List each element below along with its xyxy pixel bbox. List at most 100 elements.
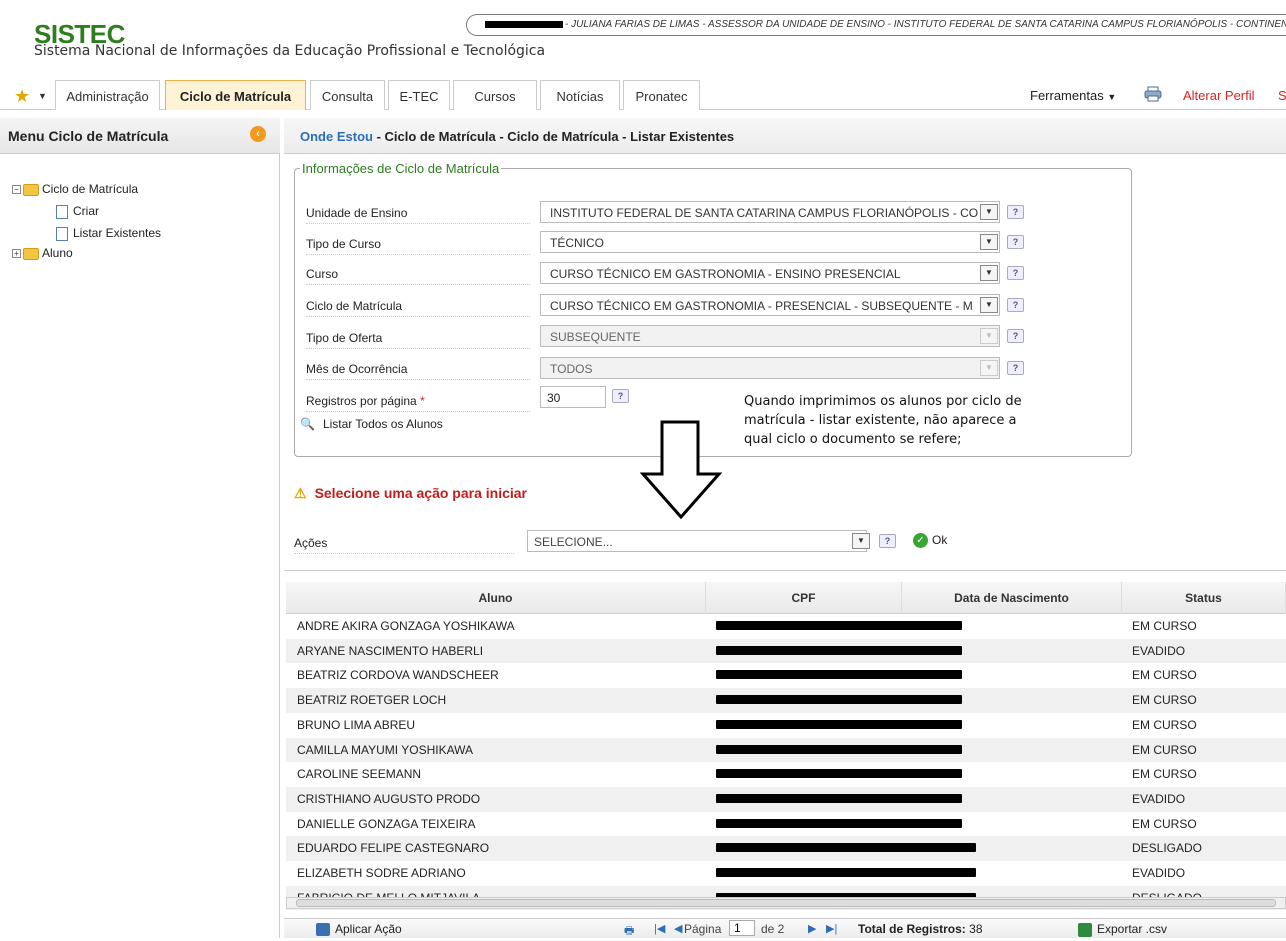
tree-item-criar[interactable]: Criar — [56, 204, 99, 219]
table-row[interactable]: BEATRIZ ROETGER LOCH EM CURSO — [286, 688, 1286, 713]
tab-administracao[interactable]: Administração — [55, 80, 160, 110]
unidade-select[interactable]: INSTITUTO FEDERAL DE SANTA CATARINA CAMP… — [540, 201, 1000, 223]
acoes-select[interactable]: SELECIONE... — [527, 530, 867, 552]
col-aluno[interactable]: Aluno — [286, 582, 706, 614]
dropdown-arrow-icon[interactable]: ▼ — [980, 204, 998, 220]
dropdown-arrow-icon: ▼ — [980, 360, 998, 376]
de-label: de 2 — [761, 922, 785, 936]
help-icon[interactable]: ? — [1007, 298, 1024, 312]
action-warning: ⚠ Selecione uma ação para iniciar — [294, 485, 527, 502]
caret-down-icon: ▼ — [1107, 92, 1117, 102]
tree-item-listar[interactable]: Listar Existentes — [56, 226, 161, 241]
document-icon — [56, 226, 68, 241]
cell-status: EM CURSO — [1132, 717, 1197, 732]
breadcrumb-path: - Ciclo de Matrícula - Ciclo de Matrícul… — [372, 129, 735, 144]
user-info-bar: - JULIANA FARIAS DE LIMAS - ASSESSOR DA … — [466, 14, 1286, 36]
tree-expand-icon[interactable]: + — [12, 249, 21, 259]
tree-label-ciclo: Ciclo de Matrícula — [42, 182, 139, 196]
table-row[interactable]: BEATRIZ CORDOVA WANDSCHEER EM CURSO — [286, 663, 1286, 688]
prev-page-icon[interactable]: ◀ — [674, 922, 682, 935]
cell-status: EM CURSO — [1132, 816, 1197, 831]
dropdown-arrow-icon[interactable]: ▼ — [980, 265, 998, 281]
dropdown-arrow-icon[interactable]: ▼ — [852, 533, 870, 549]
tab-etec[interactable]: E-TEC — [388, 80, 450, 110]
redacted-cpf-dob — [716, 719, 962, 729]
help-icon[interactable]: ? — [612, 389, 629, 403]
page-number-input[interactable] — [729, 920, 755, 936]
redacted-cpf-dob — [716, 793, 962, 803]
tab-pronatec[interactable]: Pronatec — [623, 80, 700, 110]
redacted-cpf-dob — [716, 868, 976, 877]
redacted-cpf-dob — [716, 645, 962, 655]
cell-status: EM CURSO — [1132, 693, 1197, 708]
acoes-label: Ações — [294, 536, 514, 554]
redacted-cpf-dob — [716, 744, 962, 754]
last-page-icon[interactable]: ▶| — [826, 922, 837, 935]
table-row[interactable]: EDUARDO FELIPE CASTEGNARO DESLIGADO — [286, 836, 1286, 861]
breadcrumb-where[interactable]: Onde Estou — [300, 129, 373, 144]
print-icon[interactable]: 🖶 — [624, 922, 634, 941]
ok-label: Ok — [932, 533, 948, 547]
table-row[interactable]: ELIZABETH SODRE ADRIANO EVADIDO — [286, 861, 1286, 886]
table-row[interactable]: DANIELLE GONZAGA TEIXEIRA EM CURSO — [286, 812, 1286, 837]
tree-collapse-icon[interactable]: − — [12, 185, 21, 195]
cell-aluno: ELIZABETH SODRE ADRIANO — [297, 866, 466, 880]
dropdown-arrow-icon[interactable]: ▼ — [980, 234, 998, 250]
sair-link[interactable]: S — [1278, 88, 1286, 103]
table-row[interactable]: BRUNO LIMA ABREU EM CURSO — [286, 713, 1286, 738]
cell-aluno: CAMILLA MAYUMI YOSHIKAWA — [297, 742, 474, 757]
aplicar-acao-label: Aplicar Ação — [335, 922, 402, 936]
printer-icon[interactable] — [1144, 86, 1162, 102]
tab-consulta[interactable]: Consulta — [310, 80, 385, 110]
help-icon[interactable]: ? — [1007, 361, 1024, 375]
first-page-icon[interactable]: |◀ — [654, 922, 665, 935]
cell-aluno: BRUNO LIMA ABREU — [297, 717, 416, 732]
collapse-sidebar-icon[interactable]: ‹ — [250, 126, 266, 142]
help-icon[interactable]: ? — [1007, 235, 1024, 249]
tab-ciclo-de-matricula[interactable]: Ciclo de Matrícula — [165, 80, 306, 110]
cell-aluno: CRISTHIANO AUGUSTO PRODO — [297, 791, 481, 806]
cell-status: EM CURSO — [1132, 619, 1197, 633]
grid-footer: Aplicar Ação 🖶 |◀ ◀ Página de 2 ▶ ▶| Tot… — [284, 918, 1286, 938]
total-value: 38 — [969, 922, 983, 936]
col-cpf[interactable]: CPF — [706, 582, 902, 614]
cell-status: EM CURSO — [1132, 742, 1197, 757]
registros-label-text: Registros por página — [306, 394, 417, 408]
registros-label: Registros por página * — [306, 394, 530, 412]
cell-status: EM CURSO — [1132, 668, 1197, 683]
ok-button[interactable]: ✓ Ok — [913, 533, 948, 549]
tab-cursos[interactable]: Cursos — [453, 80, 537, 110]
exportar-csv-button[interactable]: Exportar .csv — [1078, 922, 1167, 937]
curso-select[interactable]: CURSO TÉCNICO EM GASTRONOMIA - ENSINO PR… — [540, 262, 1000, 284]
table-row[interactable]: ARYANE NASCIMENTO HABERLI EVADIDO — [286, 638, 1286, 664]
scrollbar-thumb[interactable] — [296, 899, 1276, 907]
redacted-cpf-dob — [716, 818, 962, 828]
ferramentas-menu[interactable]: Ferramentas ▼ — [1030, 88, 1116, 103]
tree-item-ciclo[interactable]: − Ciclo de Matrícula — [12, 182, 138, 196]
table-row[interactable]: CAROLINE SEEMANN EM CURSO — [286, 762, 1286, 787]
aplicar-acao-button[interactable]: Aplicar Ação — [316, 922, 402, 937]
help-icon[interactable]: ? — [1007, 329, 1024, 343]
next-page-icon[interactable]: ▶ — [808, 922, 816, 935]
cell-status: EVADIDO — [1132, 791, 1186, 806]
redacted-cpf-dob — [716, 621, 962, 630]
ciclo-select[interactable]: CURSO TÉCNICO EM GASTRONOMIA - PRESENCIA… — [540, 294, 1000, 316]
registros-input[interactable]: 30 — [540, 386, 606, 408]
help-icon[interactable]: ? — [1007, 205, 1024, 219]
help-icon[interactable]: ? — [1007, 266, 1024, 280]
listar-todos-link[interactable]: 🔍 Listar Todos os Alunos — [300, 417, 443, 431]
alterar-perfil-link[interactable]: Alterar Perfil — [1183, 88, 1255, 103]
table-row[interactable]: CRISTHIANO AUGUSTO PRODO EVADIDO — [286, 786, 1286, 812]
col-status[interactable]: Status — [1122, 582, 1286, 614]
dropdown-arrow-icon[interactable]: ▼ — [980, 297, 998, 313]
table-row[interactable]: ANDRE AKIRA GONZAGA YOSHIKAWA EM CURSO — [286, 614, 1286, 639]
tree-item-aluno[interactable]: + Aluno — [12, 246, 73, 260]
warning-icon: ⚠ — [294, 485, 307, 501]
help-icon[interactable]: ? — [879, 534, 896, 548]
tab-noticias[interactable]: Notícias — [540, 80, 620, 110]
magnifier-icon: 🔍 — [300, 417, 315, 431]
cell-aluno: EDUARDO FELIPE CASTEGNARO — [297, 841, 490, 856]
tipo-curso-select[interactable]: TÉCNICO — [540, 231, 1000, 253]
table-row[interactable]: CAMILLA MAYUMI YOSHIKAWA EM CURSO — [286, 737, 1286, 763]
col-nascimento[interactable]: Data de Nascimento — [902, 582, 1122, 614]
